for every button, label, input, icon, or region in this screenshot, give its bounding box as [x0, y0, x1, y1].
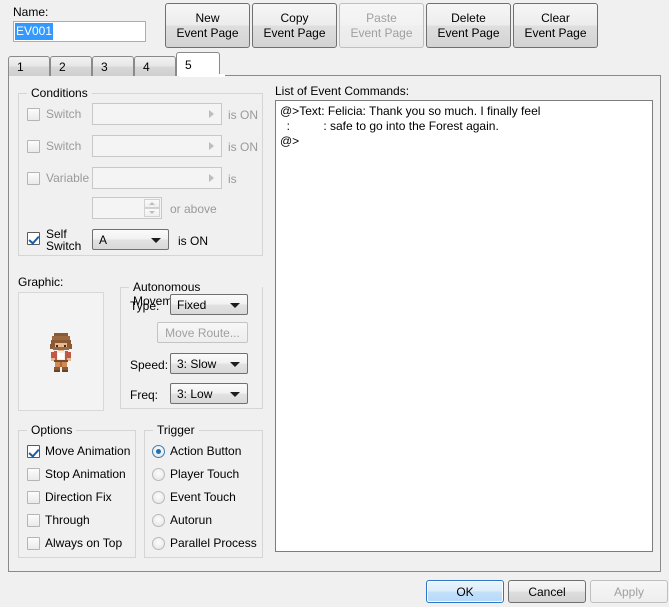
paste-event-page-button: Paste Event Page: [339, 3, 424, 48]
trigger-parallel-process-label: Parallel Process: [170, 536, 257, 550]
spinner-down-icon: [144, 208, 160, 217]
self-switch-combo[interactable]: A: [92, 229, 169, 250]
character-sprite-icon: [50, 332, 72, 372]
trigger-parallel-process-radio[interactable]: [152, 537, 165, 550]
trigger-player-touch-label: Player Touch: [170, 467, 240, 481]
new-event-page-button[interactable]: New Event Page: [165, 3, 250, 48]
trigger-event-touch-radio[interactable]: [152, 491, 165, 504]
tab-page-4[interactable]: 4: [134, 56, 176, 76]
name-input[interactable]: [13, 21, 146, 42]
conditions-title: Conditions: [27, 86, 92, 100]
movement-speed-value: 3: Slow: [177, 356, 217, 371]
cancel-button[interactable]: Cancel: [508, 580, 586, 603]
option-always-on-top-label: Always on Top: [45, 536, 123, 550]
clear-event-page-button[interactable]: Clear Event Page: [513, 3, 598, 48]
condition-self-switch-checkbox[interactable]: [27, 232, 40, 245]
movement-freq-label: Freq:: [130, 388, 159, 402]
condition-variable-checkbox[interactable]: [27, 172, 40, 185]
spinner-up-icon: [144, 199, 160, 208]
condition-variable-picker: [92, 167, 222, 189]
switch1-expand-icon: [202, 105, 220, 123]
copy-event-page-button[interactable]: Copy Event Page: [252, 3, 337, 48]
condition-switch1-suffix: is ON: [228, 108, 258, 122]
ok-button[interactable]: OK: [426, 580, 504, 603]
condition-switch2-label: Switch: [46, 139, 82, 153]
chevron-down-icon: [230, 391, 240, 397]
movement-type-value: Fixed: [177, 297, 207, 312]
condition-switch2-suffix: is ON: [228, 140, 258, 154]
option-move-animation-label: Move Animation: [45, 444, 131, 458]
option-move-animation-checkbox[interactable]: [27, 445, 40, 458]
variable-expand-icon: [202, 169, 220, 187]
option-through-checkbox[interactable]: [27, 514, 40, 527]
event-editor-dialog: Name: EV001 New Event Page Copy Event Pa…: [0, 0, 669, 607]
move-route-button-label: Move Route...: [165, 325, 240, 340]
trigger-player-touch-radio[interactable]: [152, 468, 165, 481]
condition-switch1-label: Switch: [46, 107, 82, 121]
options-title: Options: [27, 423, 77, 437]
chevron-down-icon: [230, 361, 240, 367]
condition-switch2-checkbox[interactable]: [27, 140, 40, 153]
condition-switch2-picker: [92, 135, 222, 157]
option-stop-animation-checkbox[interactable]: [27, 468, 40, 481]
tab-page-2[interactable]: 2: [50, 56, 92, 76]
option-always-on-top-checkbox[interactable]: [27, 537, 40, 550]
tab-page-1[interactable]: 1: [8, 56, 50, 76]
trigger-title: Trigger: [153, 423, 199, 437]
graphic-preview[interactable]: [18, 292, 104, 411]
option-through-label: Through: [45, 513, 90, 527]
condition-variable-value-spinner: [92, 197, 162, 219]
trigger-autorun-label: Autorun: [170, 513, 213, 527]
condition-self-switch-label: Self Switch: [46, 227, 82, 253]
event-page-tabs: 1 2 3 4 5: [8, 52, 661, 76]
event-commands-label: List of Event Commands:: [275, 84, 410, 98]
movement-type-combo[interactable]: Fixed: [170, 294, 248, 315]
condition-self-switch-suffix: is ON: [178, 234, 208, 248]
option-direction-fix-label: Direction Fix: [45, 490, 112, 504]
apply-button: Apply: [590, 580, 668, 603]
tab-page-3[interactable]: 3: [92, 56, 134, 76]
movement-speed-label: Speed:: [130, 358, 169, 372]
condition-variable-label: Variable: [46, 171, 90, 185]
condition-switch1-checkbox[interactable]: [27, 108, 40, 121]
event-commands-list[interactable]: @>Text: Felicia: Thank you so much. I fi…: [275, 100, 653, 552]
movement-speed-combo[interactable]: 3: Slow: [170, 353, 248, 374]
condition-variable-or-above-label: or above: [170, 202, 217, 216]
chevron-down-icon: [230, 302, 240, 308]
move-route-button: Move Route...: [157, 322, 248, 343]
name-label: Name:: [13, 5, 49, 19]
option-direction-fix-checkbox[interactable]: [27, 491, 40, 504]
condition-variable-suffix: is: [228, 172, 237, 186]
trigger-autorun-radio[interactable]: [152, 514, 165, 527]
tab-page-5[interactable]: 5: [176, 52, 220, 76]
movement-type-label: Type:: [130, 299, 160, 313]
delete-event-page-button[interactable]: Delete Event Page: [426, 3, 511, 48]
trigger-action-button-radio[interactable]: [152, 445, 165, 458]
graphic-label: Graphic:: [18, 275, 64, 289]
trigger-action-button-label: Action Button: [170, 444, 242, 458]
chevron-down-icon: [151, 237, 161, 243]
movement-freq-combo[interactable]: 3: Low: [170, 383, 248, 404]
tab-active-joiner: [180, 74, 225, 77]
self-switch-value: A: [99, 232, 108, 247]
movement-freq-value: 3: Low: [177, 386, 213, 401]
trigger-event-touch-label: Event Touch: [170, 490, 236, 504]
switch2-expand-icon: [202, 137, 220, 155]
option-stop-animation-label: Stop Animation: [45, 467, 126, 481]
condition-switch1-picker: [92, 103, 222, 125]
